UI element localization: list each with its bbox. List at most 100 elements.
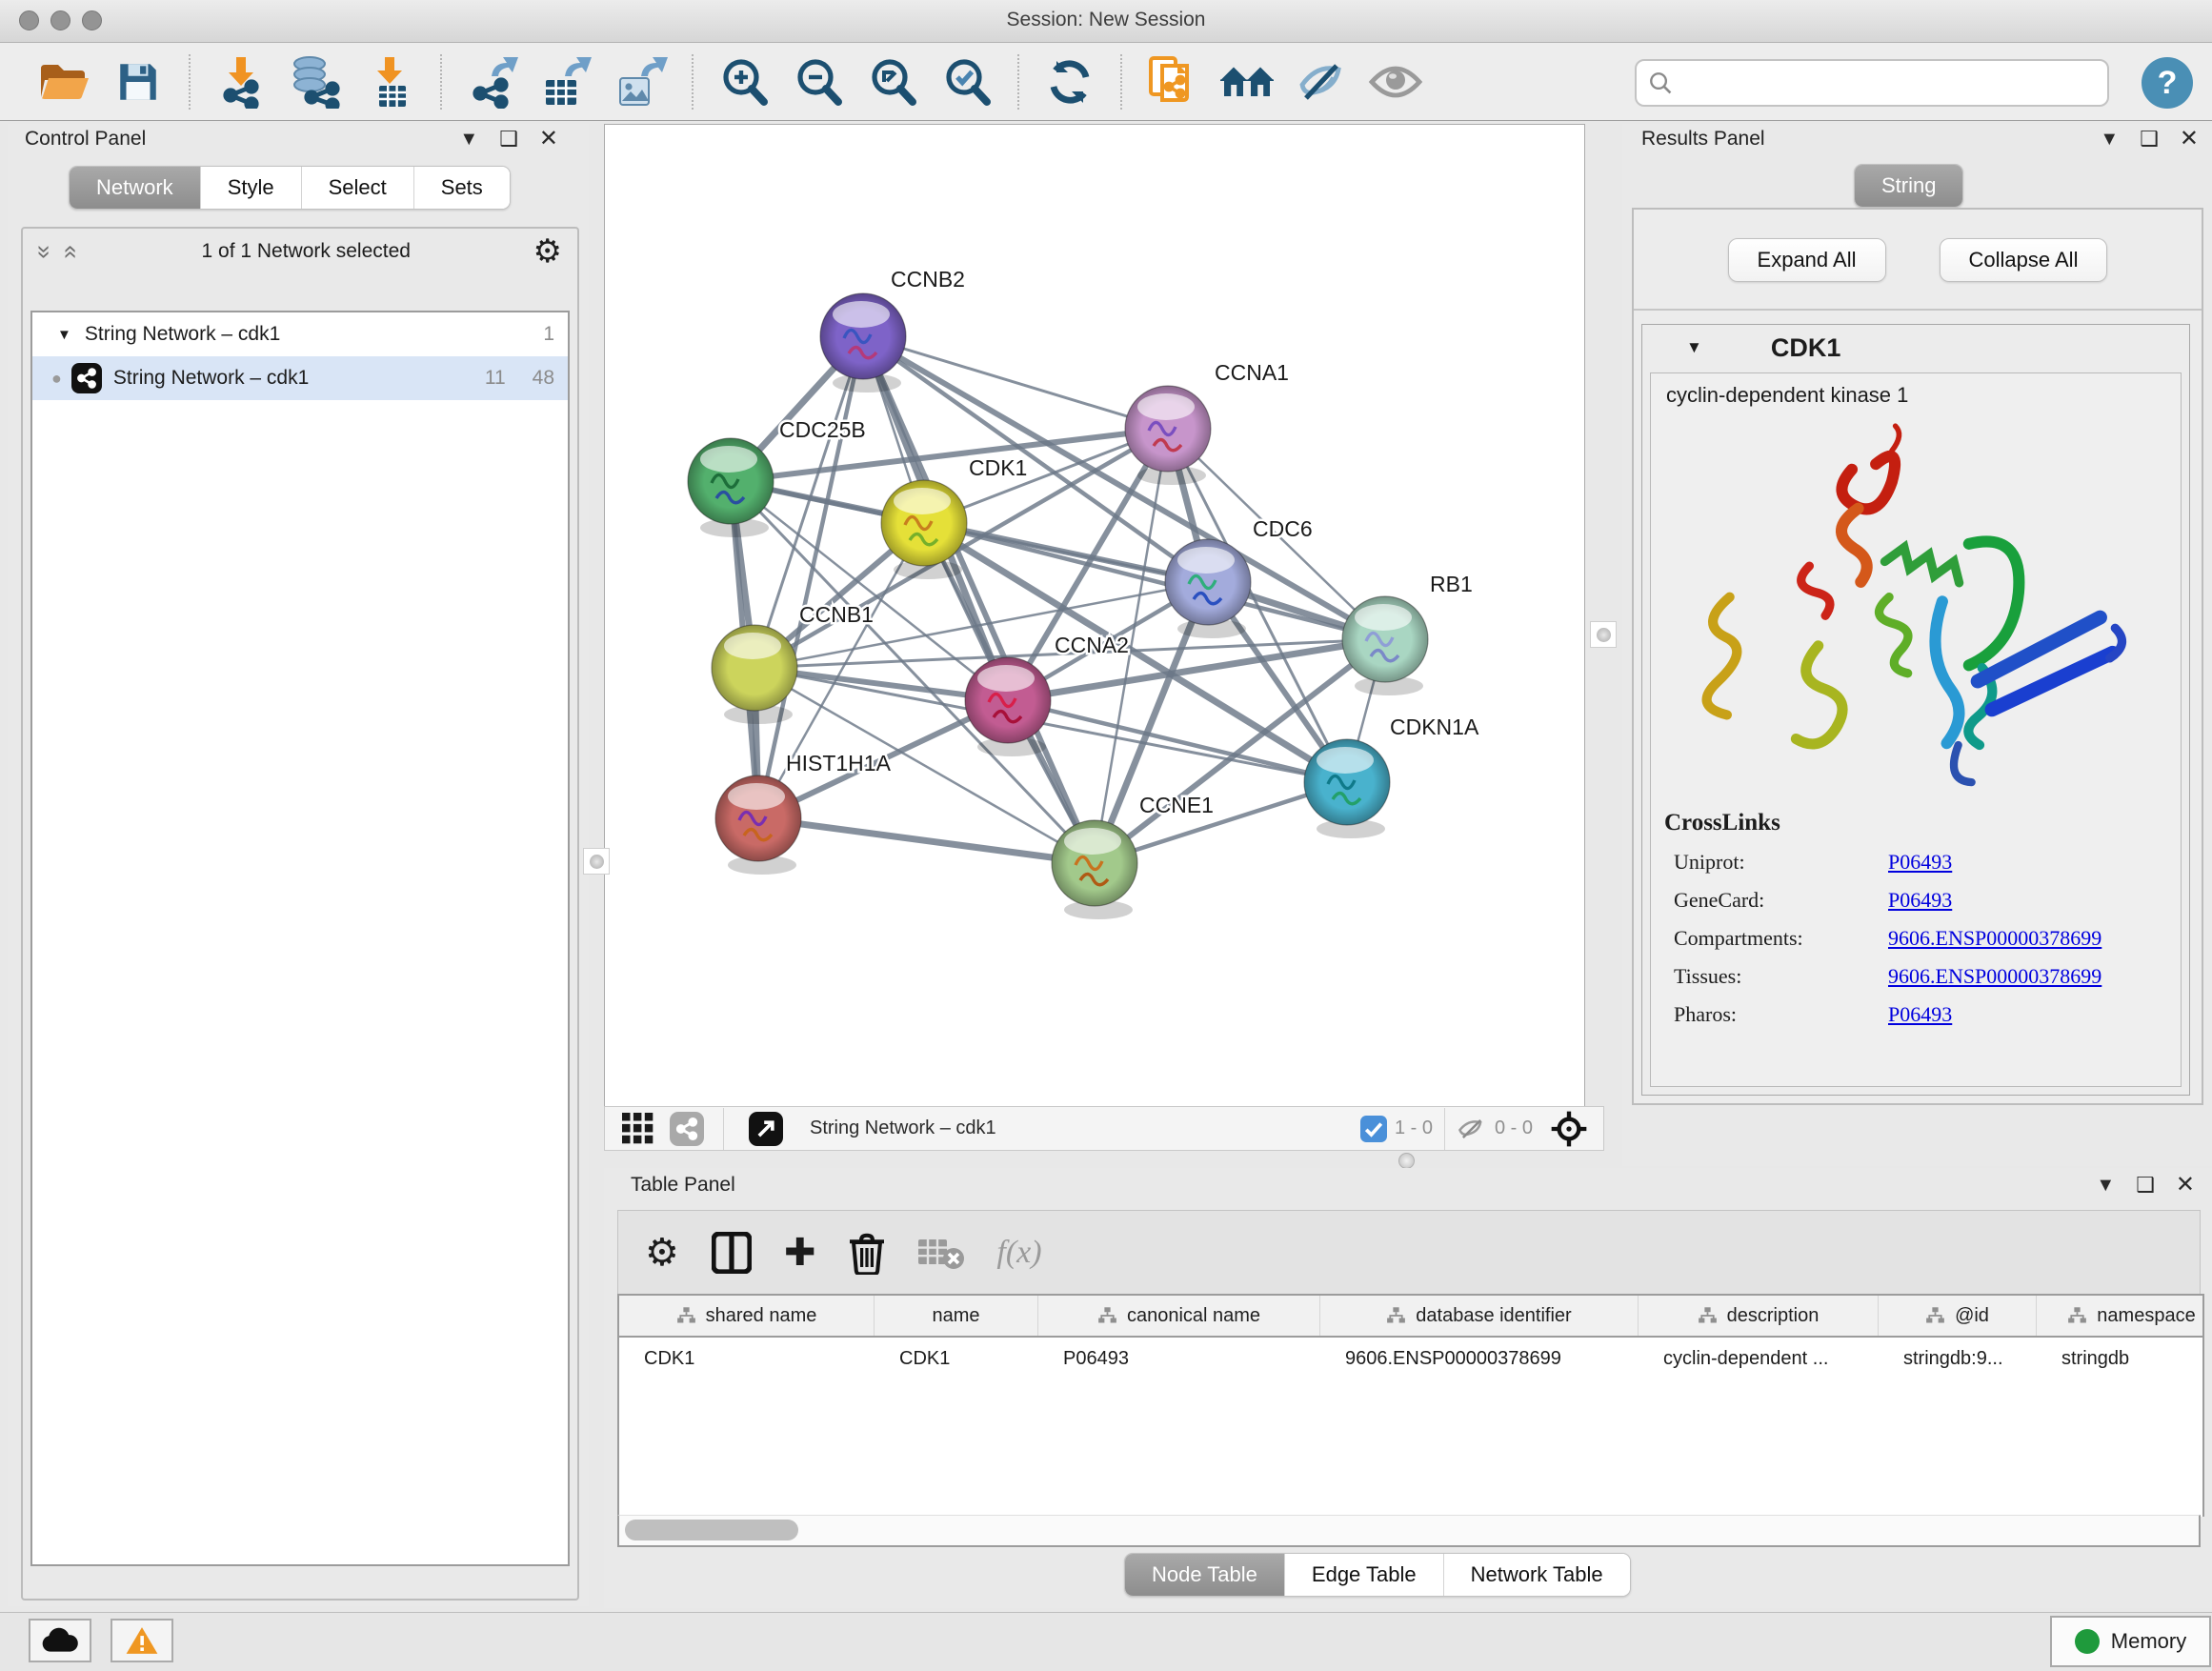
right-splitter-handle[interactable] (1590, 621, 1617, 648)
zoom-out-icon[interactable] (789, 52, 848, 111)
function-builder-fx[interactable]: f(x) (996, 1235, 1041, 1271)
panel-float-icon[interactable]: ❑ (2140, 129, 2159, 150)
delete-table-icon[interactable] (918, 1236, 964, 1270)
column-header-@id[interactable]: @id (1879, 1296, 2037, 1336)
delete-column-trash-icon[interactable] (848, 1231, 886, 1275)
import-network-from-database-icon[interactable] (286, 52, 345, 111)
string-homes-icon[interactable] (1217, 52, 1277, 111)
zoom-selected-icon[interactable] (937, 52, 996, 111)
network-graph[interactable]: CCNB2CCNA1CDC25BCDK1CDC6RB1CCNB1CCNA2CDK… (605, 125, 1584, 1106)
left-splitter-handle[interactable] (583, 848, 610, 875)
network-node-rb1[interactable] (1342, 596, 1428, 695)
memory-button[interactable]: Memory (2050, 1616, 2211, 1667)
zoom-in-icon[interactable] (714, 52, 774, 111)
network-node-cdkn1a[interactable] (1304, 739, 1390, 838)
expand-all-button[interactable]: Expand All (1728, 238, 1886, 282)
bottom-splitter-handle[interactable] (1398, 1153, 1415, 1169)
birds-eye-grid-icon[interactable] (622, 1113, 654, 1145)
collapse-all-button[interactable]: Collapse All (1940, 238, 2108, 282)
network-node-cdc25b[interactable] (688, 438, 774, 537)
search-input[interactable] (1673, 71, 2107, 95)
tab-network[interactable]: Network (70, 167, 201, 209)
cloud-button[interactable] (29, 1619, 91, 1662)
panel-menu-icon[interactable]: ▼ (459, 130, 478, 149)
table-body: CDK1CDK1P064939606.ENSP00000378699cyclin… (619, 1338, 2202, 1379)
panel-float-icon[interactable]: ❑ (2136, 1175, 2155, 1196)
tab-string[interactable]: String (1855, 165, 1962, 207)
network-node-cdk1[interactable] (881, 480, 967, 579)
results-panel-window-buttons: ▼ ❑ ✕ (2100, 128, 2199, 151)
table-horizontal-scrollbar[interactable] (617, 1515, 2201, 1547)
crosslink-link[interactable]: P06493 (1888, 1002, 2181, 1027)
network-node-ccnb1[interactable] (712, 625, 797, 724)
network-edge[interactable] (758, 818, 1095, 863)
panel-close-icon[interactable]: ✕ (539, 128, 558, 151)
hidden-eye-slash-icon[interactable] (1457, 1117, 1487, 1141)
network-node-cdc6[interactable] (1165, 539, 1251, 638)
network-edges (731, 336, 1385, 863)
search-icon (1648, 70, 1673, 95)
network-node-hist1h1a[interactable] (715, 775, 801, 875)
network-collection-row[interactable]: ▼ String Network – cdk1 1 (32, 312, 568, 356)
panel-close-icon[interactable]: ✕ (2180, 128, 2199, 151)
share-document-icon[interactable] (1143, 52, 1202, 111)
open-in-new-window-icon[interactable] (749, 1112, 783, 1146)
fit-selected-crosshair-icon[interactable] (1550, 1110, 1588, 1148)
network-node-ccne1[interactable] (1052, 820, 1137, 919)
tab-node-table[interactable]: Node Table (1125, 1554, 1285, 1596)
save-session-icon[interactable] (109, 52, 168, 111)
export-image-icon[interactable] (612, 52, 671, 111)
network-edge[interactable] (758, 336, 863, 818)
table-row[interactable]: CDK1CDK1P064939606.ENSP00000378699cyclin… (619, 1338, 2202, 1379)
show-columns-icon[interactable] (712, 1232, 752, 1274)
open-session-icon[interactable] (34, 52, 93, 111)
show-hide-eye-icon[interactable] (1366, 52, 1425, 111)
export-table-icon[interactable] (537, 52, 596, 111)
expand-all-networks-icon[interactable]: « (57, 245, 87, 258)
collapse-all-networks-icon[interactable]: » (30, 245, 60, 258)
network-edge[interactable] (863, 336, 1095, 863)
column-type-icon (1386, 1306, 1406, 1325)
tab-sets[interactable]: Sets (414, 167, 510, 209)
column-header-shared-name[interactable]: shared name (619, 1296, 875, 1336)
tab-select[interactable]: Select (302, 167, 414, 209)
card-expander-icon[interactable]: ▼ (1686, 338, 1702, 357)
selected-checkbox-icon[interactable] (1360, 1116, 1387, 1142)
column-header-namespace[interactable]: namespace (2037, 1296, 2204, 1336)
network-row[interactable]: ● String Network – cdk1 11 48 (32, 356, 568, 400)
network-edge[interactable] (863, 336, 1168, 429)
tab-edge-table[interactable]: Edge Table (1285, 1554, 1444, 1596)
network-status-dot: ● (51, 369, 62, 389)
column-header-canonical-name[interactable]: canonical name (1038, 1296, 1320, 1336)
crosslink-link[interactable]: 9606.ENSP00000378699 (1888, 926, 2181, 951)
zoom-fit-icon[interactable] (863, 52, 922, 111)
node-label: CDC25B (779, 417, 866, 442)
refresh-icon[interactable] (1040, 52, 1099, 111)
tree-expander-icon[interactable]: ▼ (57, 327, 71, 343)
panel-close-icon[interactable]: ✕ (2176, 1174, 2195, 1197)
column-header-database-identifier[interactable]: database identifier (1320, 1296, 1639, 1336)
panel-float-icon[interactable]: ❑ (499, 129, 518, 150)
tab-network-table[interactable]: Network Table (1444, 1554, 1630, 1596)
import-table-icon[interactable] (360, 52, 419, 111)
network-node-ccnb2[interactable] (820, 293, 906, 393)
import-network-icon[interactable] (211, 52, 271, 111)
network-overview-share-icon[interactable] (670, 1112, 704, 1146)
export-network-icon[interactable] (463, 52, 522, 111)
hide-glass-pane-icon[interactable] (1292, 52, 1351, 111)
memory-label: Memory (2111, 1629, 2186, 1654)
network-node-ccna1[interactable] (1125, 386, 1211, 485)
crosslink-link[interactable]: P06493 (1888, 888, 2181, 913)
help-button[interactable]: ? (2142, 57, 2193, 109)
panel-menu-icon[interactable]: ▼ (2096, 1176, 2115, 1195)
panel-menu-icon[interactable]: ▼ (2100, 130, 2119, 149)
column-header-description[interactable]: description (1639, 1296, 1879, 1336)
column-header-name[interactable]: name (875, 1296, 1038, 1336)
network-canvas[interactable]: CCNB2CCNA1CDC25BCDK1CDC6RB1CCNB1CCNA2CDK… (604, 124, 1585, 1107)
warnings-button[interactable] (111, 1619, 173, 1662)
crosslink-link[interactable]: P06493 (1888, 850, 2181, 875)
crosslink-link[interactable]: 9606.ENSP00000378699 (1888, 964, 2181, 989)
scrollbar-thumb[interactable] (625, 1520, 798, 1540)
crosslink-row: Tissues:9606.ENSP00000378699 (1674, 964, 2181, 989)
tab-style[interactable]: Style (201, 167, 302, 209)
